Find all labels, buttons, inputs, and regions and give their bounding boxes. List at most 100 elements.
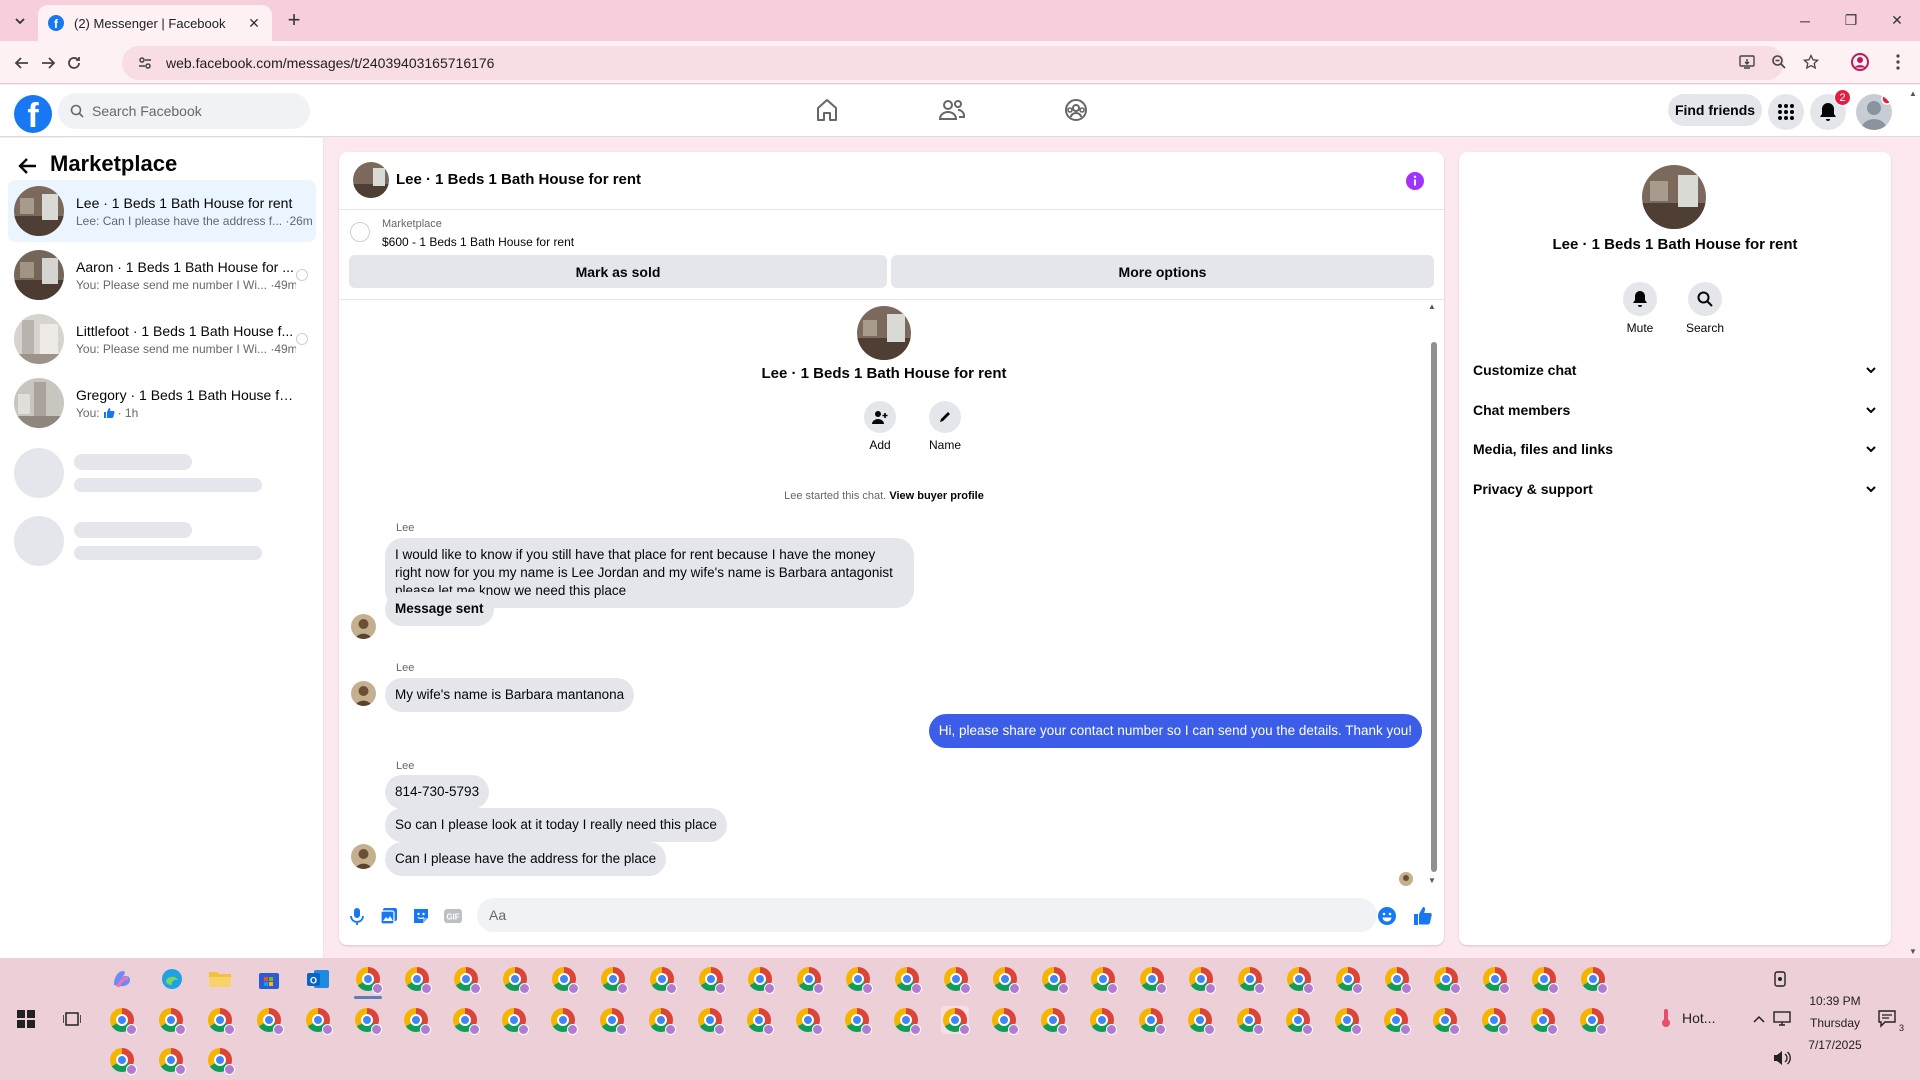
weather-widget[interactable]: Hot...	[1660, 1008, 1715, 1028]
chrome-profile-icon[interactable]	[1847, 49, 1873, 75]
task-view-icon[interactable]	[58, 1005, 86, 1033]
chrome-window-icon[interactable]	[1235, 1006, 1264, 1035]
facebook-logo[interactable]: f	[14, 95, 52, 133]
chrome-window-icon[interactable]	[795, 965, 824, 994]
chrome-window-icon[interactable]	[1480, 1006, 1509, 1035]
copilot-icon[interactable]	[108, 965, 136, 993]
find-friends-button[interactable]: Find friends	[1668, 94, 1762, 126]
thread-scrollbar-thumb[interactable]	[1431, 342, 1437, 872]
bookmark-star-icon[interactable]	[1798, 49, 1824, 75]
chrome-window-icon[interactable]	[108, 1046, 137, 1075]
friends-icon[interactable]	[938, 97, 968, 125]
incoming-message-bubble[interactable]: Message sent	[385, 592, 494, 626]
page-scroll-up-icon[interactable]: ▲	[1909, 89, 1917, 98]
chrome-menu-icon[interactable]	[1885, 49, 1911, 75]
chrome-window-icon[interactable]	[1040, 965, 1069, 994]
conversation-item-gregory[interactable]: Gregory · 1 Beds 1 Bath House for ... Yo…	[8, 372, 316, 434]
tab-search-chevron-icon[interactable]	[8, 9, 32, 33]
browser-tab-messenger[interactable]: f (2) Messenger | Facebook ✕	[38, 5, 272, 41]
install-app-icon[interactable]	[1734, 49, 1760, 75]
chrome-window-icon[interactable]	[1138, 965, 1167, 994]
like-thumbs-up-icon[interactable]	[1413, 906, 1433, 926]
chat-title[interactable]: Lee · 1 Beds 1 Bath House for rent	[396, 171, 641, 188]
conversation-item-lee[interactable]: Lee · 1 Beds 1 Bath House for rent Lee: …	[8, 180, 316, 242]
media-files-links-section[interactable]: Media, files and links	[1473, 431, 1877, 467]
chrome-window-icon[interactable]	[157, 1006, 186, 1035]
chrome-window-icon[interactable]	[354, 965, 383, 994]
address-bar[interactable]: web.facebook.com/messages/t/240394031657…	[122, 46, 1784, 80]
chrome-window-icon[interactable]	[1186, 1006, 1215, 1035]
chrome-window-icon[interactable]	[1579, 965, 1608, 994]
conversation-info-icon[interactable]	[1405, 171, 1425, 191]
microphone-icon[interactable]	[347, 906, 367, 926]
sender-avatar[interactable]	[351, 614, 376, 639]
chrome-window-icon[interactable]	[206, 1006, 235, 1035]
chrome-window-icon[interactable]	[304, 1006, 333, 1035]
customize-chat-section[interactable]: Customize chat	[1473, 352, 1877, 388]
chat-members-section[interactable]: Chat members	[1473, 392, 1877, 428]
sender-avatar[interactable]	[351, 681, 376, 706]
zoom-icon[interactable]	[1766, 49, 1792, 75]
scroll-down-arrow-icon[interactable]: ▼	[1428, 876, 1436, 885]
chrome-window-icon[interactable]	[990, 1006, 1019, 1035]
sender-avatar[interactable]	[351, 844, 376, 869]
privacy-support-section[interactable]: Privacy & support	[1473, 471, 1877, 507]
chrome-window-icon[interactable]	[991, 965, 1020, 994]
windows-start-icon[interactable]	[12, 1005, 40, 1033]
edge-browser-icon[interactable]	[158, 965, 186, 993]
chrome-window-icon[interactable]	[1039, 1006, 1068, 1035]
reload-button[interactable]	[60, 49, 88, 77]
chrome-window-icon[interactable]	[157, 1046, 186, 1075]
chrome-window-icon[interactable]	[696, 1006, 725, 1035]
mute-action[interactable]: Mute	[1610, 282, 1670, 335]
chrome-window-icon[interactable]	[1334, 965, 1363, 994]
site-info-icon[interactable]	[136, 55, 154, 71]
outlook-icon[interactable]: O	[304, 965, 332, 993]
chrome-window-icon[interactable]	[550, 965, 579, 994]
close-tab-icon[interactable]: ✕	[246, 15, 262, 31]
edit-name-action[interactable]: Name	[915, 401, 975, 452]
restore-button[interactable]: ❐	[1828, 0, 1874, 41]
chrome-window-icon[interactable]	[402, 1006, 431, 1035]
chrome-window-icon[interactable]	[255, 1006, 284, 1035]
chrome-window-icon[interactable]	[892, 1006, 921, 1035]
chrome-window-icon[interactable]	[1187, 965, 1216, 994]
chat-header-avatar[interactable]	[353, 162, 389, 198]
chrome-window-icon[interactable]	[746, 965, 775, 994]
mark-as-sold-button[interactable]: Mark as sold	[349, 255, 887, 288]
chrome-window-icon[interactable]	[1089, 965, 1118, 994]
chrome-window-icon[interactable]	[1137, 1006, 1166, 1035]
listing-thumbnail[interactable]	[350, 222, 370, 242]
scroll-up-arrow-icon[interactable]: ▲	[1428, 302, 1436, 311]
page-scroll-down-icon[interactable]: ▼	[1909, 947, 1917, 956]
incoming-message-bubble[interactable]: Can I please have the address for the pl…	[385, 842, 667, 876]
incoming-message-bubble[interactable]: 814-730-5793	[385, 775, 490, 809]
file-explorer-icon[interactable]	[206, 965, 234, 993]
details-avatar[interactable]	[1642, 165, 1706, 229]
chrome-window-icon[interactable]	[1284, 1006, 1313, 1035]
chrome-window-icon[interactable]	[1383, 965, 1412, 994]
chrome-window-icon[interactable]	[549, 1006, 578, 1035]
chrome-window-icon[interactable]	[745, 1006, 774, 1035]
chrome-window-icon[interactable]	[403, 965, 432, 994]
chrome-window-icon[interactable]	[843, 1006, 872, 1035]
outgoing-message-bubble[interactable]: Hi, please share your contact number so …	[928, 714, 1422, 748]
gif-icon[interactable]: GIF	[443, 906, 463, 926]
chrome-window-icon[interactable]	[1578, 1006, 1607, 1035]
close-window-button[interactable]: ✕	[1874, 0, 1920, 41]
facebook-search-bar[interactable]: Search Facebook	[58, 93, 310, 129]
incoming-message-bubble[interactable]: So can I please look at it today I reall…	[385, 808, 727, 842]
add-people-action[interactable]: Add	[850, 401, 910, 452]
forward-button[interactable]	[34, 49, 62, 77]
home-icon[interactable]	[815, 97, 845, 125]
new-tab-button[interactable]: +	[282, 9, 306, 33]
sticker-icon[interactable]	[411, 906, 431, 926]
chrome-window-icon[interactable]	[1333, 1006, 1362, 1035]
back-button[interactable]	[8, 49, 36, 77]
chrome-window-icon[interactable]	[500, 1006, 529, 1035]
emoji-icon[interactable]	[1377, 906, 1397, 926]
chrome-window-icon[interactable]	[794, 1006, 823, 1035]
chrome-window-icon[interactable]	[1432, 965, 1461, 994]
chrome-window-icon[interactable]	[451, 1006, 480, 1035]
conversation-item-littlefoot[interactable]: Littlefoot · 1 Beds 1 Bath House f... Yo…	[8, 308, 316, 370]
